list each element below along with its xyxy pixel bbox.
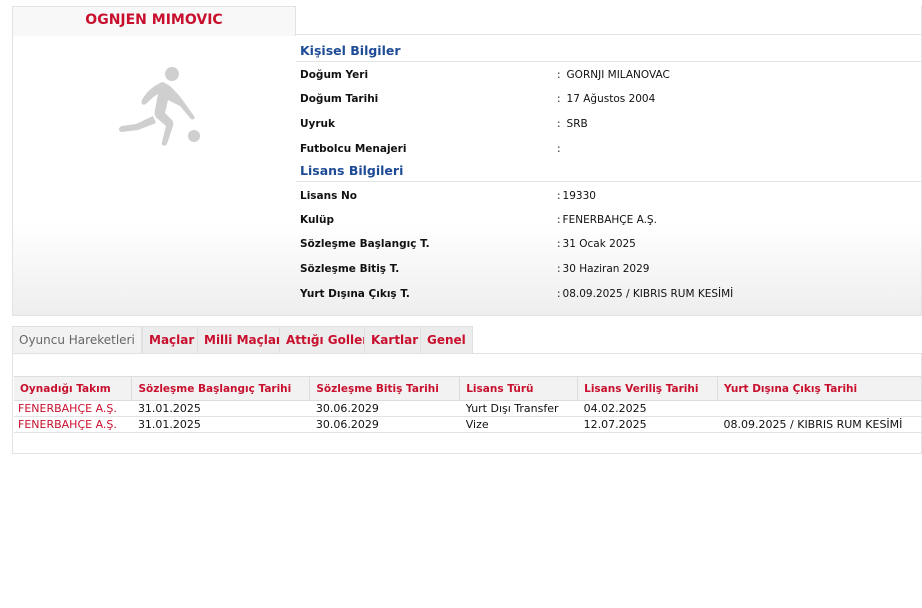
cell-license-date: 12.07.2025 xyxy=(577,416,718,433)
abroad-exit-label: Yurt Dışına Çıkış T. xyxy=(300,288,410,300)
cell-abroad-exit: 08.09.2025 / KIBRIS RUM KESİMİ xyxy=(717,416,922,433)
col-header-contract-end: Sözleşme Bitiş Tarihi xyxy=(309,376,461,401)
contract-end-value: :30 Haziran 2029 xyxy=(557,263,650,275)
col-header-contract-start: Sözleşme Başlangıç Tarihi xyxy=(131,376,311,401)
cell-team[interactable]: FENERBAHÇE A.Ş. xyxy=(14,400,132,417)
club-value: : FENERBAHÇE A.Ş. xyxy=(557,214,657,226)
tab-national-matches[interactable]: Milli Maçlar xyxy=(197,326,289,353)
table-row: FENERBAHÇE A.Ş. 31.01.2025 30.06.2029 Yu… xyxy=(14,400,922,417)
col-header-license-type: Lisans Türü xyxy=(459,376,579,401)
contract-end-label: Sözleşme Bitiş T. xyxy=(300,263,400,275)
col-header-abroad-exit: Yurt Dışına Çıkış Tarihi xyxy=(717,376,922,401)
abroad-exit-value: :08.09.2025 / KIBRIS RUM KESİMİ xyxy=(557,288,734,300)
birthdate-label: Doğum Tarihi xyxy=(300,93,379,105)
cell-team[interactable]: FENERBAHÇE A.Ş. xyxy=(14,416,132,433)
contract-start-label: Sözleşme Başlangıç T. xyxy=(300,238,430,250)
cell-contract-start: 31.01.2025 xyxy=(131,400,310,417)
cell-contract-start: 31.01.2025 xyxy=(131,416,310,433)
player-movements-table: Oynadığı Takım Sözleşme Başlangıç Tarihi… xyxy=(14,376,922,433)
player-profile-card xyxy=(12,6,922,316)
birthplace-label: Doğum Yeri xyxy=(300,69,369,81)
birthplace-value: : GORNJI MILANOVAC xyxy=(557,69,670,81)
cell-license-type: Yurt Dışı Transfer xyxy=(459,400,578,417)
section-divider xyxy=(296,61,922,62)
tab-cards[interactable]: Kartlar xyxy=(364,326,426,353)
contract-start-value: :31 Ocak 2025 xyxy=(557,238,636,250)
cell-abroad-exit xyxy=(717,400,922,417)
agent-value: : xyxy=(557,143,561,155)
cell-license-date: 04.02.2025 xyxy=(577,400,718,417)
license-no-label: Lisans No xyxy=(300,190,358,202)
col-header-license-date: Lisans Veriliş Tarihi xyxy=(577,376,719,401)
cell-contract-end: 30.06.2029 xyxy=(309,416,460,433)
personal-info-title: Kişisel Bilgiler xyxy=(300,43,401,58)
tab-goals-scored[interactable]: Attığı Goller xyxy=(279,326,376,353)
club-label: Kulüp xyxy=(300,214,335,226)
table-header-row: Oynadığı Takım Sözleşme Başlangıç Tarihi… xyxy=(14,376,922,401)
cell-contract-end: 30.06.2029 xyxy=(309,400,460,417)
header-divider xyxy=(296,34,922,35)
table-row: FENERBAHÇE A.Ş. 31.01.2025 30.06.2029 Vi… xyxy=(14,416,922,433)
agent-label: Futbolcu Menajeri xyxy=(300,143,407,155)
license-no-value: :19330 xyxy=(557,190,596,202)
soccer-player-silhouette-icon xyxy=(119,67,200,146)
player-name: OGNJEN MIMOVIC xyxy=(85,12,223,28)
nationality-label: Uyruk xyxy=(300,118,336,130)
col-header-team: Oynadığı Takım xyxy=(14,376,133,401)
nationality-value: : SRB xyxy=(557,118,588,130)
birthdate-value: :17 Ağustos 2004 xyxy=(557,93,656,105)
license-info-title: Lisans Bilgileri xyxy=(300,163,404,178)
tab-player-movements[interactable]: Oyuncu Hareketleri xyxy=(12,326,142,353)
section-divider xyxy=(296,181,922,182)
tab-general[interactable]: Genel xyxy=(420,326,473,353)
tab-matches[interactable]: Maçlar xyxy=(142,326,202,353)
cell-license-type: Vize xyxy=(459,416,578,433)
